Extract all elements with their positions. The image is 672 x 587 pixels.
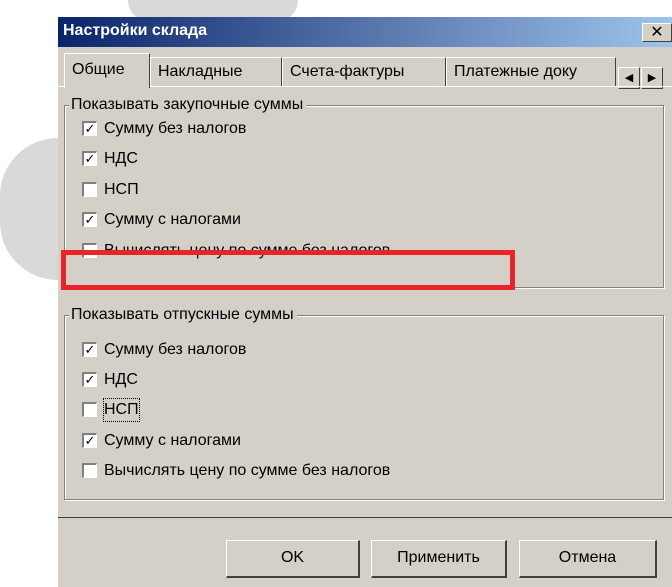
checkbox-label: Вычислять цену по сумме без налогов [104, 242, 391, 259]
checkbox-box[interactable] [82, 463, 97, 478]
checkbox-label: НСП [104, 181, 139, 198]
tab-invoices[interactable]: Накладные [150, 57, 282, 86]
checkbox-label: Сумму с налогами [104, 211, 241, 228]
ok-button[interactable]: OK [226, 540, 360, 578]
sale-sums-group: Показывать отпускные суммы ✓ Сумму без н… [64, 304, 664, 500]
checkbox-label: НДС [104, 150, 138, 167]
tab-label: Платежные доку [454, 63, 578, 80]
arrow-right-icon: ▶ [647, 72, 657, 84]
purchase-sums-group: Показывать закупочные суммы ✓ Сумму без … [64, 94, 664, 288]
checkbox-box[interactable] [82, 402, 97, 417]
cancel-button[interactable]: Отмена [519, 540, 657, 578]
checkbox-box[interactable]: ✓ [82, 121, 97, 136]
checkbox-box[interactable] [82, 182, 97, 197]
arrow-left-icon: ◀ [624, 72, 634, 84]
checkbox-label: Сумму без налогов [104, 341, 247, 358]
tab-panel-border [58, 86, 672, 87]
warehouse-settings-dialog: Настройки склада ✕ Общие Накладные Счета… [58, 17, 672, 587]
checkbox-label: Сумму без налогов [104, 120, 247, 137]
tab-tax-invoices[interactable]: Счета-фактуры [282, 57, 446, 86]
checkbox-box[interactable]: ✓ [82, 372, 97, 387]
tab-general[interactable]: Общие [64, 53, 150, 88]
tab-label: Общие [72, 61, 125, 78]
checkbox-label: Вычислять цену по сумме без налогов [104, 462, 391, 479]
tab-label: Накладные [158, 63, 243, 80]
window-title: Настройки склада [63, 22, 208, 39]
checkbox-box[interactable] [82, 243, 97, 258]
group-title: Показывать закупочные суммы [69, 94, 307, 116]
checkbox-label: НДС [104, 371, 138, 388]
tab-payment-documents[interactable]: Платежные доку [446, 57, 616, 86]
apply-button[interactable]: Применить [371, 540, 507, 578]
checkbox-label: Сумму с налогами [104, 432, 241, 449]
tab-label: Счета-фактуры [290, 63, 405, 80]
group-title: Показывать отпускные суммы [69, 304, 297, 326]
checkbox-box[interactable]: ✓ [82, 342, 97, 357]
checkbox-box[interactable]: ✓ [82, 433, 97, 448]
checkbox-label: НСП [103, 398, 140, 422]
tab-panel-border [58, 517, 672, 518]
close-button[interactable]: ✕ [642, 23, 672, 42]
checkbox-box[interactable]: ✓ [82, 212, 97, 227]
title-bar: Настройки склада ✕ [58, 17, 672, 47]
background-shape [0, 138, 58, 280]
close-icon: ✕ [650, 24, 664, 41]
checkbox-box[interactable]: ✓ [82, 151, 97, 166]
